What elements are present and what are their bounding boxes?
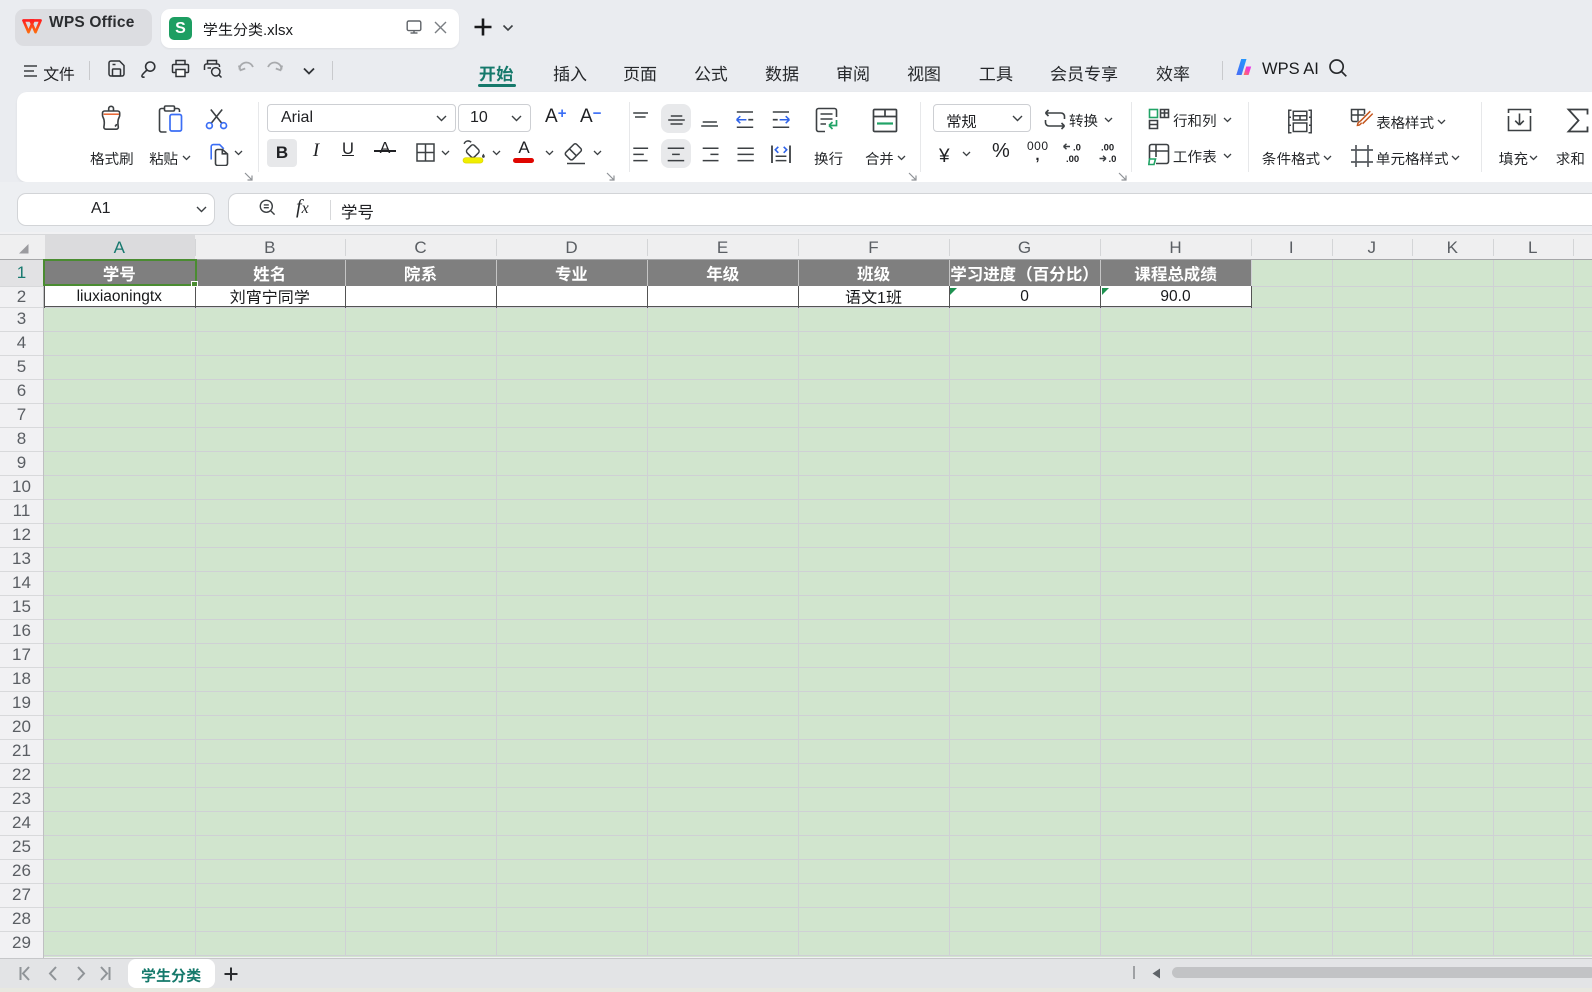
svg-text:.0: .0 bbox=[1073, 143, 1081, 154]
svg-text:.0: .0 bbox=[1109, 154, 1117, 164]
svg-text:.00: .00 bbox=[1101, 143, 1114, 154]
svg-text:.00: .00 bbox=[1066, 154, 1079, 164]
